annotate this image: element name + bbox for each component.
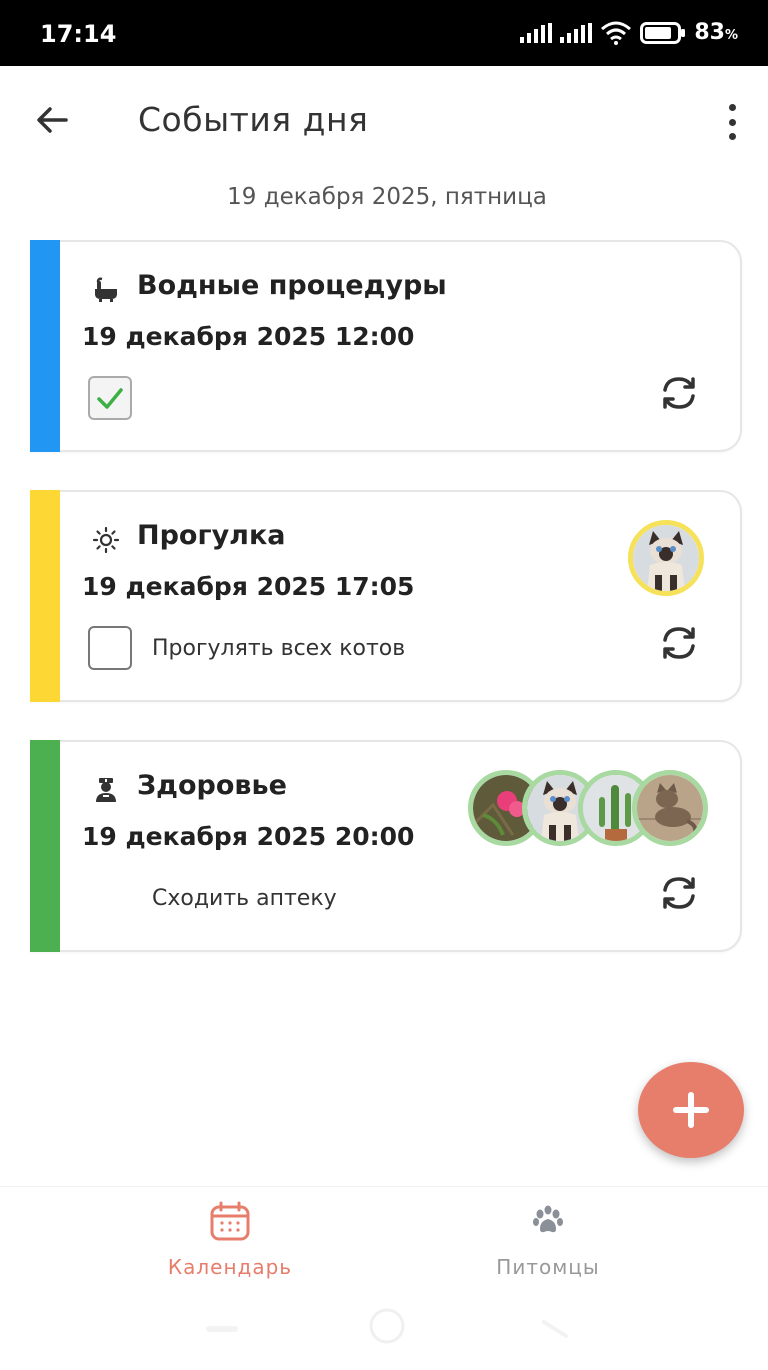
system-nav-bar	[0, 1300, 768, 1366]
event-card[interactable]: Прогулка 19 декабря 2025 17:05 Прогулять…	[30, 490, 742, 702]
battery-percent: 83%	[694, 20, 738, 45]
nav-item-calendar[interactable]: Календарь	[110, 1199, 350, 1279]
done-checkbox[interactable]	[88, 626, 132, 670]
bath-icon	[95, 277, 117, 302]
battery-icon	[640, 21, 686, 44]
event-card[interactable]: Водные процедуры 19 декабря 2025 12:00	[30, 240, 742, 452]
nav-label: Календарь	[167, 1255, 293, 1279]
event-color-stripe	[30, 490, 60, 702]
event-card[interactable]: Здоровье 19 декабря 2025 20:00 Сходить а…	[30, 740, 742, 952]
app-bar: События дня	[0, 66, 768, 176]
more-menu-icon[interactable]	[718, 100, 746, 144]
status-time: 17:14	[40, 20, 117, 48]
repeat-icon[interactable]	[656, 870, 702, 916]
event-title: Прогулка	[137, 520, 286, 551]
status-icons: 83%	[520, 20, 738, 45]
event-datetime: 19 декабря 2025 17:05	[82, 572, 415, 601]
check-icon	[97, 388, 123, 409]
event-datetime: 19 декабря 2025 20:00	[82, 822, 415, 851]
cat-photo	[637, 775, 703, 841]
tabby-cat-avatar[interactable]	[632, 770, 708, 846]
status-bar: 17:14 83%	[0, 0, 768, 66]
event-title: Водные процедуры	[137, 270, 447, 301]
paw-icon	[533, 1205, 563, 1233]
event-note: Прогулять всех котов	[152, 636, 406, 661]
event-datetime: 19 декабря 2025 12:00	[82, 322, 415, 351]
event-note: Сходить аптеку	[152, 886, 337, 911]
siamese-cat-avatar[interactable]	[628, 520, 704, 596]
nav-label: Питомцы	[496, 1255, 600, 1279]
doctor-icon	[96, 778, 116, 802]
signal-icon	[520, 22, 553, 43]
wifi-icon	[601, 21, 632, 45]
date-heading: 19 декабря 2025, пятница	[227, 184, 547, 210]
repeat-icon[interactable]	[656, 370, 702, 416]
signal-icon	[560, 22, 593, 43]
nav-item-pets[interactable]: Питомцы	[428, 1199, 668, 1279]
done-checkbox[interactable]	[88, 376, 132, 420]
back-arrow-icon[interactable]	[30, 98, 74, 142]
event-title: Здоровье	[137, 770, 287, 801]
calendar-icon	[210, 1201, 250, 1241]
sun-icon	[92, 526, 120, 554]
add-event-button[interactable]	[638, 1062, 744, 1158]
event-color-stripe	[30, 740, 60, 952]
event-color-stripe	[30, 240, 60, 452]
cat-photo	[633, 525, 699, 591]
system-nav-icons	[206, 1308, 568, 1344]
page-title: События дня	[138, 100, 369, 139]
bottom-nav: Календарь Питомцы	[0, 1186, 768, 1297]
repeat-icon[interactable]	[656, 620, 702, 666]
